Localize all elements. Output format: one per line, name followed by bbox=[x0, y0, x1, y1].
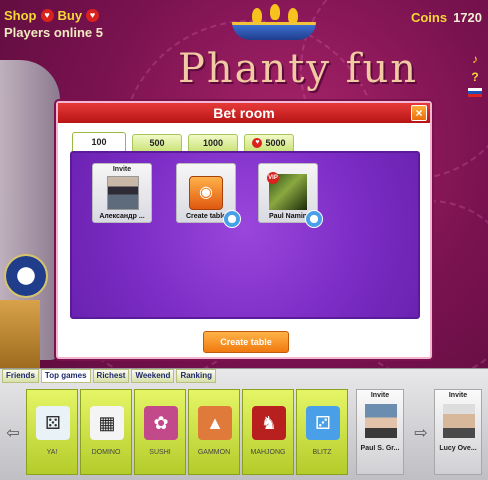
scroll-right-icon[interactable]: ⇨ bbox=[414, 425, 428, 443]
friend-card[interactable]: Invite Paul S. Gr... bbox=[356, 389, 404, 475]
game-tile-gammon[interactable]: ▲ GAMMON bbox=[188, 389, 240, 475]
header-left: Shop ♥ Buy ♥ Players online 5 bbox=[4, 8, 103, 40]
buy-badge-icon: ♥ bbox=[86, 9, 100, 22]
elephant-medallion bbox=[4, 254, 48, 298]
player-name: Александр ... bbox=[99, 213, 145, 220]
tab-bet-500[interactable]: 500 bbox=[132, 134, 182, 151]
friend-avatar bbox=[443, 404, 475, 438]
game-tile-mahjong[interactable]: ♞ MAHJONG bbox=[242, 389, 294, 475]
tab-bet-100[interactable]: 100 bbox=[72, 132, 126, 151]
dialog-title: Bet room bbox=[213, 105, 275, 121]
help-icon[interactable]: ? bbox=[468, 70, 482, 84]
diya-lamp-icon bbox=[232, 4, 316, 40]
bottom-tabs: Friends Top games Richest Weekend Rankin… bbox=[2, 369, 216, 383]
tab-weekend[interactable]: Weekend bbox=[131, 369, 175, 383]
table-card-paul[interactable]: VIP Paul Namin bbox=[258, 163, 323, 228]
tab-bet-1000[interactable]: 1000 bbox=[188, 134, 238, 151]
side-icons: ♪ ? bbox=[468, 52, 482, 97]
buy-link[interactable]: Buy bbox=[58, 8, 83, 23]
close-button[interactable]: × bbox=[411, 105, 427, 121]
backgammon-icon: ▲ bbox=[198, 406, 232, 440]
game-logo: Phanty fun bbox=[178, 46, 418, 92]
language-flag-icon[interactable] bbox=[468, 88, 482, 97]
tab-ranking[interactable]: Ranking bbox=[176, 369, 216, 383]
create-table-button[interactable]: Create table bbox=[203, 331, 289, 353]
shop-link[interactable]: Shop bbox=[4, 8, 37, 23]
blitz-dice-icon: ⚂ bbox=[306, 406, 340, 440]
bet-room-dialog: Bet room × 100 500 1000 ♥ 5000 Invite Але… bbox=[56, 101, 432, 359]
dialog-title-bar: Bet room × bbox=[58, 103, 430, 123]
invite-label: Invite bbox=[370, 392, 390, 399]
game-label: BLITZ bbox=[312, 449, 332, 456]
music-icon[interactable]: ♪ bbox=[468, 52, 482, 66]
game-tile-domino[interactable]: ▦ DOMINO bbox=[80, 389, 132, 475]
invite-label: Invite bbox=[448, 392, 468, 399]
table-icon: ◉ bbox=[189, 176, 223, 210]
bet-chip-icon bbox=[223, 210, 241, 228]
tab-top-games[interactable]: Top games bbox=[40, 369, 91, 383]
games-strip: ⇦ ⚄ YA! ▦ DOMINO ✿ SUSHI ▲ GAMMON ♞ MAHJ… bbox=[0, 385, 488, 480]
tab-richest[interactable]: Richest bbox=[92, 369, 130, 383]
coins-display: Coins 1720 bbox=[411, 10, 482, 25]
bet-tabs: 100 500 1000 ♥ 5000 bbox=[72, 132, 294, 151]
coins-label: Coins bbox=[410, 10, 448, 25]
tab-bet-5000[interactable]: ♥ 5000 bbox=[244, 134, 294, 151]
domino-icon: ▦ bbox=[90, 406, 124, 440]
game-tile-ya[interactable]: ⚄ YA! bbox=[26, 389, 78, 475]
tab-friends[interactable]: Friends bbox=[2, 369, 39, 383]
friend-avatar bbox=[365, 404, 397, 438]
create-table-card[interactable]: ◉ Create table bbox=[176, 163, 241, 228]
tables-panel: Invite Александр ... ◉ Create table VIP … bbox=[70, 151, 420, 319]
invite-label: Invite bbox=[112, 166, 132, 173]
friend-card[interactable]: Invite Lucy Ove... bbox=[434, 389, 482, 475]
game-label: SUSHI bbox=[149, 449, 171, 456]
game-tile-sushi[interactable]: ✿ SUSHI bbox=[134, 389, 186, 475]
game-label: GAMMON bbox=[197, 449, 231, 456]
game-label: MAHJONG bbox=[250, 449, 286, 456]
sushi-icon: ✿ bbox=[144, 406, 178, 440]
game-tile-blitz[interactable]: ⚂ BLITZ bbox=[296, 389, 348, 475]
friend-name: Lucy Ove... bbox=[439, 445, 477, 452]
invite-card[interactable]: Invite Александр ... bbox=[92, 163, 152, 223]
coins-value: 1720 bbox=[453, 10, 482, 25]
game-label: DOMINO bbox=[91, 449, 121, 456]
game-label: YA! bbox=[46, 449, 58, 456]
user-avatar bbox=[107, 176, 139, 210]
dice-icon: ⚄ bbox=[36, 406, 70, 440]
shop-badge-icon: ♥ bbox=[40, 9, 54, 22]
vip-icon: ♥ bbox=[252, 138, 263, 148]
friend-name: Paul S. Gr... bbox=[360, 445, 400, 452]
elephant-pedestal bbox=[0, 300, 40, 370]
mahjong-icon: ♞ bbox=[252, 406, 286, 440]
bottom-bar: Friends Top games Richest Weekend Rankin… bbox=[0, 368, 488, 480]
players-online: Players online 5 bbox=[4, 25, 103, 40]
vip-badge-icon: VIP bbox=[267, 172, 279, 184]
bet-chip-icon bbox=[305, 210, 323, 228]
scroll-left-icon[interactable]: ⇦ bbox=[6, 425, 20, 443]
